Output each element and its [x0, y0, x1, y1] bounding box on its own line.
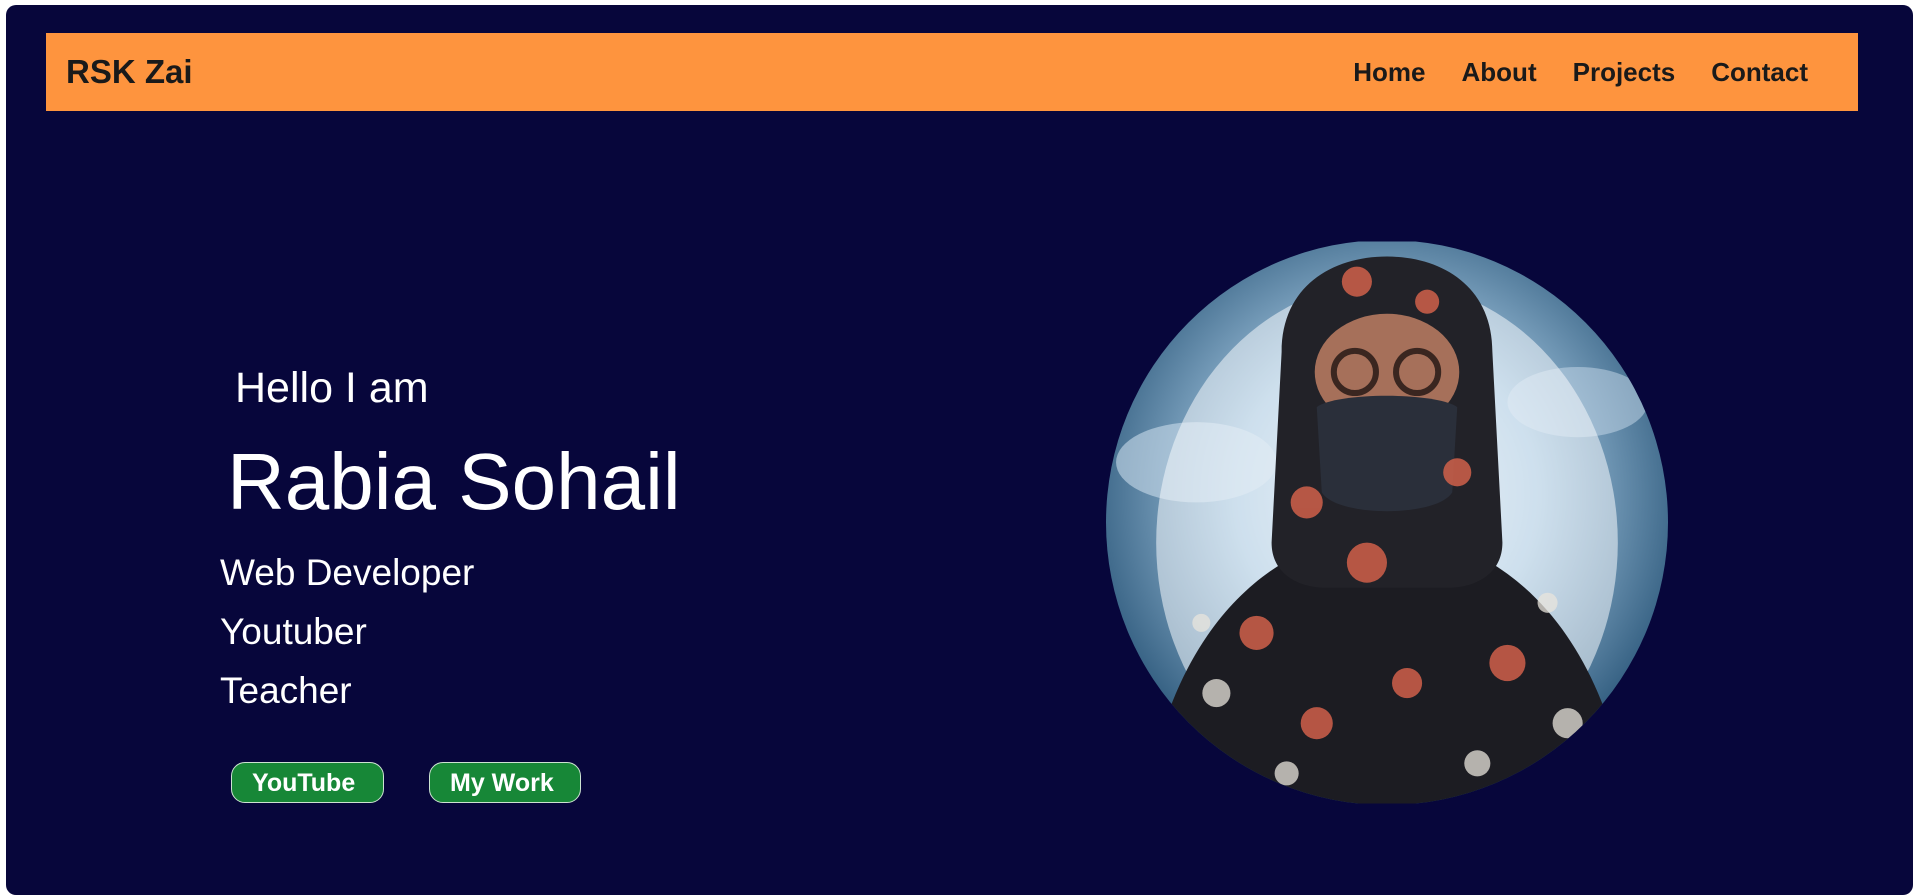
hero-greeting: Hello I am — [235, 364, 429, 412]
nav-contact-link[interactable]: Contact — [1711, 57, 1808, 88]
navbar: RSK Zai Home About Projects Contact — [46, 33, 1858, 111]
hero-roles: Web Developer Youtuber Teacher — [220, 543, 474, 720]
my-work-button[interactable]: My Work — [429, 762, 581, 803]
role-youtuber: Youtuber — [220, 611, 367, 652]
nav-about-link[interactable]: About — [1462, 57, 1537, 88]
hero-name: Rabia Sohail — [227, 437, 681, 526]
role-web-developer: Web Developer — [220, 552, 475, 593]
nav-projects-link[interactable]: Projects — [1573, 57, 1676, 88]
role-teacher: Teacher — [220, 670, 352, 711]
profile-photo — [1106, 240, 1668, 805]
nav-links: Home About Projects Contact — [1353, 33, 1808, 111]
brand-logo[interactable]: RSK Zai — [66, 33, 193, 111]
nav-home-link[interactable]: Home — [1353, 57, 1425, 88]
youtube-button[interactable]: YouTube — [231, 762, 384, 803]
